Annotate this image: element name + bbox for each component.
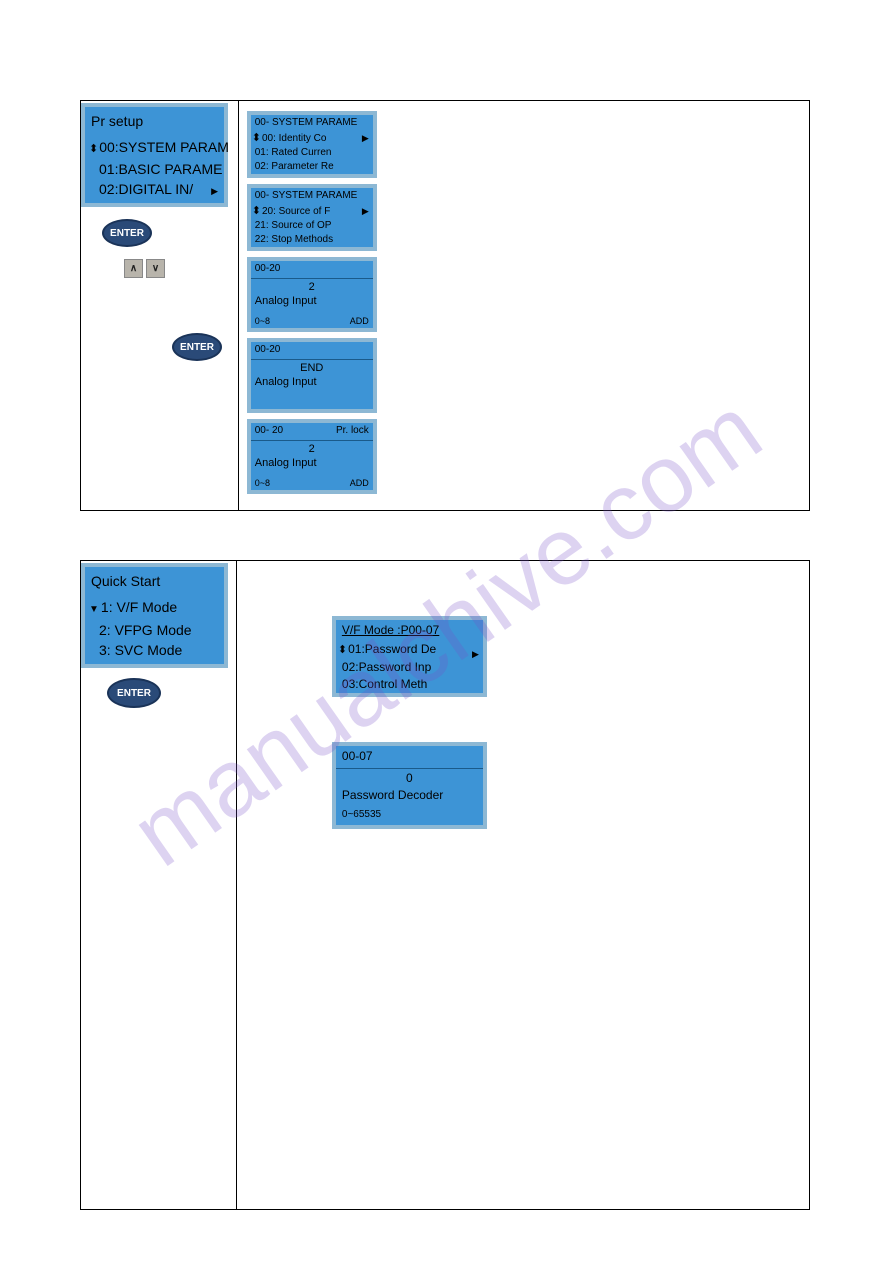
quick-start-item-0: 1: V/F Mode xyxy=(89,597,220,620)
panel-foot: 0~65535 xyxy=(336,804,483,825)
panel-0020-b: 00-20 END Analog Input xyxy=(247,338,377,413)
panel-label: Analog Input xyxy=(251,375,373,389)
section-1-table: Pr setup 00:SYSTEM PARAM 01:BASIC PARAME… xyxy=(80,100,810,511)
panel-row: 20: Source of F xyxy=(251,204,373,219)
pr-setup-title: Pr setup xyxy=(89,111,220,131)
panel-label: Password Decoder xyxy=(336,787,483,804)
pr-setup-item-2: 02:DIGITAL IN/ xyxy=(89,179,220,199)
pr-setup-lcd: Pr setup 00:SYSTEM PARAM 01:BASIC PARAME… xyxy=(81,103,228,207)
panel-header: 00-07 xyxy=(336,746,483,767)
panel-row: 00: Identity Co xyxy=(251,131,373,146)
panel-label: Analog Input xyxy=(251,456,373,470)
panel-row: 21: Source of OP xyxy=(251,219,373,233)
arrow-keys: ∧ ∨ xyxy=(124,259,237,278)
quick-start-item-2: 3: SVC Mode xyxy=(89,640,220,660)
panel-row: 02: Parameter Re xyxy=(251,160,373,174)
panel-header: 00-20 xyxy=(251,342,373,358)
panel-header: 00-20 xyxy=(251,261,373,277)
password-panel: 00-07 0 Password Decoder 0~65535 xyxy=(332,742,487,829)
panel-value: END xyxy=(251,361,373,375)
panel-row: 01: Rated Curren xyxy=(251,146,373,160)
panel-system-1: 00- SYSTEM PARAME 20: Source of F 21: So… xyxy=(247,184,377,251)
panel-header: 00- SYSTEM PARAME xyxy=(251,115,373,131)
enter-button-3[interactable]: ENTER xyxy=(107,678,161,708)
panel-0020-a: 00-20 2 Analog Input 0~8 ADD xyxy=(247,257,377,332)
arrow-down-key[interactable]: ∨ xyxy=(146,259,165,278)
enter-button-2[interactable]: ENTER xyxy=(172,333,222,361)
section-2-table: Quick Start 1: V/F Mode 2: VFPG Mode 3: … xyxy=(80,560,810,1210)
quick-start-title: Quick Start xyxy=(89,571,220,591)
quick-start-lcd: Quick Start 1: V/F Mode 2: VFPG Mode 3: … xyxy=(81,563,228,668)
quick-start-item-1: 2: VFPG Mode xyxy=(89,620,220,640)
panel-value: 2 xyxy=(251,280,373,294)
panel-foot-right: ADD xyxy=(350,314,369,328)
panel-foot-right: ADD xyxy=(350,476,369,490)
panel-row: 03:Control Meth xyxy=(336,676,483,693)
vf-mode-panel: V/F Mode :P00-07 01:Password De 02:Passw… xyxy=(332,616,487,697)
pr-setup-item-0: 00:SYSTEM PARAM xyxy=(89,137,220,159)
panel-header: 00- 20Pr. lock xyxy=(251,423,373,439)
panel-0020-c: 00- 20Pr. lock 2 Analog Input 0~8 ADD xyxy=(247,419,377,494)
panel-row: 02:Password Inp xyxy=(336,659,483,676)
panel-foot-left: 0~8 xyxy=(255,314,270,328)
enter-button-1[interactable]: ENTER xyxy=(102,219,152,247)
panel-system-0: 00- SYSTEM PARAME 00: Identity Co 01: Ra… xyxy=(247,111,377,178)
panel-header: 00- SYSTEM PARAME xyxy=(251,188,373,204)
arrow-up-key[interactable]: ∧ xyxy=(124,259,143,278)
panel-header: V/F Mode :P00-07 xyxy=(336,620,483,641)
panel-row: 22: Stop Methods xyxy=(251,233,373,247)
panel-value: 2 xyxy=(251,442,373,456)
pr-setup-item-1: 01:BASIC PARAME xyxy=(89,159,220,179)
panel-foot-left: 0~8 xyxy=(255,476,270,490)
panel-row: 01:Password De xyxy=(336,641,483,659)
panel-value: 0 xyxy=(336,770,483,787)
panel-label: Analog Input xyxy=(251,294,373,308)
